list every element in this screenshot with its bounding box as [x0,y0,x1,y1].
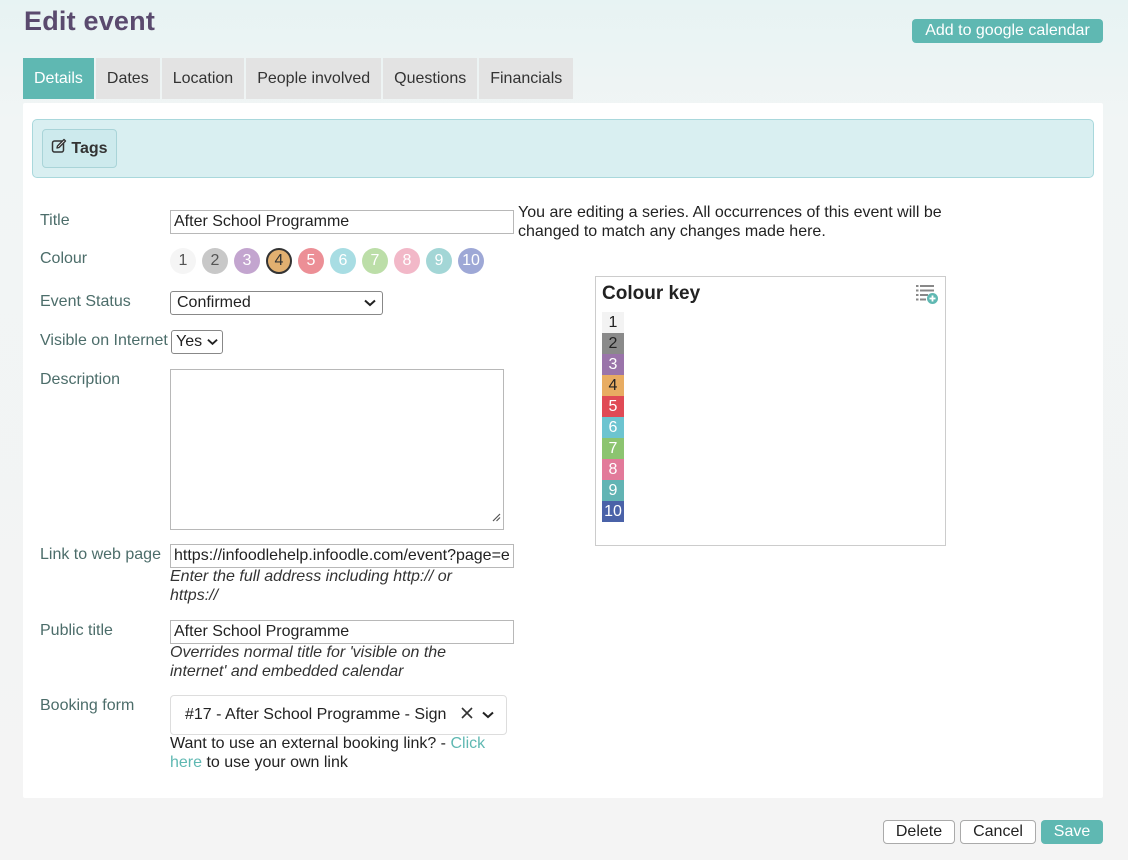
list-add-icon[interactable] [915,283,939,310]
tab-people-involved[interactable]: People involved [246,58,382,99]
event-status-select[interactable]: Confirmed [170,291,383,315]
tab-location[interactable]: Location [161,58,245,99]
chevron-down-icon [364,294,376,312]
cancel-button[interactable]: Cancel [960,820,1036,844]
title-label: Title [40,212,70,229]
tags-bar: Tags [32,119,1094,178]
title-input[interactable]: After School Programme [170,210,514,234]
link-to-web-page-label: Link to web page [40,546,161,563]
description-label: Description [40,371,121,388]
tags-button-label: Tags [71,139,108,157]
tags-button[interactable]: Tags [42,129,117,168]
add-to-google-calendar-button[interactable]: Add to google calendar [912,19,1103,43]
colour-swatch-1[interactable]: 1 [170,248,196,274]
chevron-down-icon [482,706,494,724]
public-title-label: Public title [40,622,113,639]
visible-on-internet-value: Yes [176,333,203,350]
tab-financials[interactable]: Financials [479,58,574,99]
colour-key-item-7: 7 [602,438,624,459]
resize-grip-icon[interactable] [491,509,501,527]
colour-key-item-3: 3 [602,354,624,375]
colour-key-item-10: 10 [602,501,624,522]
colour-swatch-5[interactable]: 5 [298,248,324,274]
delete-button[interactable]: Delete [883,820,955,844]
chevron-down-icon [207,333,218,351]
colour-swatch-2[interactable]: 2 [202,248,228,274]
external-booking-prefix: Want to use an external booking link? - [170,735,451,752]
external-booking-suffix: to use your own link [202,754,348,771]
booking-form-value: #17 - After School Programme - Sign [185,706,447,723]
colour-swatch-3[interactable]: 3 [234,248,260,274]
save-button[interactable]: Save [1041,820,1103,844]
colour-key-item-2: 2 [602,333,624,354]
booking-form-label: Booking form [40,697,135,714]
series-note: You are editing a series. All occurrence… [518,204,942,240]
public-title-hint: Overrides normal title for 'visible on t… [170,644,447,680]
booking-form-select[interactable]: #17 - After School Programme - Sign [170,695,507,735]
visible-on-internet-label: Visible on Internet [40,332,168,349]
colour-key-item-4: 4 [602,375,624,396]
clear-icon[interactable] [460,706,474,725]
colour-swatch-8[interactable]: 8 [394,248,420,274]
colour-swatch-9[interactable]: 9 [426,248,452,274]
details-panel: Tags Title After School Programme You ar… [23,103,1103,798]
event-status-value: Confirmed [177,294,251,311]
colour-label: Colour [40,250,88,267]
description-textarea[interactable] [170,369,504,530]
public-title-input[interactable]: After School Programme [170,620,514,644]
link-hint: Enter the full address including http://… [170,568,452,604]
colour-key-panel: Colour key 1 2 3 4 5 6 7 8 9 10 [595,276,946,546]
colour-key-item-5: 5 [602,396,624,417]
colour-swatch-6[interactable]: 6 [330,248,356,274]
colour-key-item-6: 6 [602,417,624,438]
event-status-label: Event Status [40,293,131,310]
visible-on-internet-select[interactable]: Yes [171,330,223,354]
colour-key-item-1: 1 [602,312,624,333]
colour-key-title: Colour key [602,283,701,304]
colour-picker: 1 2 3 4 5 6 7 8 9 10 [170,248,484,274]
colour-key-item-9: 9 [602,480,624,501]
colour-key-item-8: 8 [602,459,624,480]
colour-swatch-4[interactable]: 4 [266,248,292,274]
edit-icon [51,138,67,159]
tab-questions[interactable]: Questions [383,58,478,99]
tab-bar: Details Dates Location People involved Q… [23,58,575,99]
colour-key-list: 1 2 3 4 5 6 7 8 9 10 [602,312,624,522]
colour-swatch-7[interactable]: 7 [362,248,388,274]
colour-swatch-10[interactable]: 10 [458,248,484,274]
tab-details[interactable]: Details [23,58,94,99]
tab-dates[interactable]: Dates [95,58,160,99]
link-to-web-page-input[interactable]: https://infoodlehelp.infoodle.com/event?… [170,544,514,568]
page-title: Edit event [24,6,156,36]
external-booking-note: Want to use an external booking link? - … [170,734,490,772]
